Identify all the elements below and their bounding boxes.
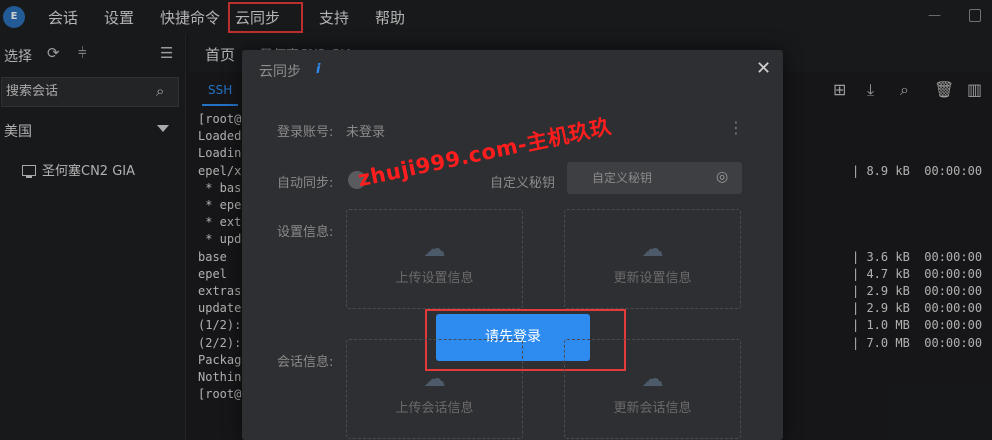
update-settings-card[interactable]: ☁ 更新设置信息 — [564, 209, 741, 309]
settings-info-label: 设置信息: — [277, 225, 334, 240]
upload-sessions-card[interactable]: ☁ 上传会话信息 — [346, 339, 523, 439]
auto-sync-label: 自动同步: — [277, 176, 334, 191]
upload-sessions-label: 上传会话信息 — [395, 401, 474, 416]
upload-settings-label: 上传设置信息 — [395, 271, 474, 286]
upload-settings-card[interactable]: ☁ 上传设置信息 — [346, 209, 523, 309]
custom-secret-input[interactable] — [592, 171, 712, 185]
info-icon[interactable]: i — [316, 62, 320, 77]
update-sessions-label: 更新会话信息 — [613, 401, 692, 416]
custom-secret-field: ◎ — [567, 162, 742, 194]
custom-secret-label: 自定义秘钥 — [490, 176, 556, 191]
update-settings-label: 更新设置信息 — [613, 271, 692, 286]
account-value: 未登录 — [346, 125, 386, 140]
cloud-download-icon: ☁ — [641, 367, 664, 392]
cloud-upload-icon: ☁ — [423, 237, 446, 262]
account-label: 登录账号: — [277, 125, 334, 140]
update-sessions-card[interactable]: ☁ 更新会话信息 — [564, 339, 741, 439]
eye-off-icon[interactable]: ◎ — [716, 169, 728, 185]
session-info-label: 会话信息: — [277, 355, 334, 370]
cloud-sync-dialog: 云同步 i ✕ 登录账号: 未登录 ⋮ 自动同步: 自定义秘钥 ◎ 设置信息: … — [242, 50, 783, 440]
cloud-download-icon: ☁ — [641, 237, 664, 262]
cloud-upload-icon: ☁ — [423, 367, 446, 392]
close-icon[interactable]: ✕ — [756, 58, 771, 79]
dialog-title: 云同步 — [259, 64, 301, 80]
more-options-icon[interactable]: ⋮ — [728, 118, 744, 137]
